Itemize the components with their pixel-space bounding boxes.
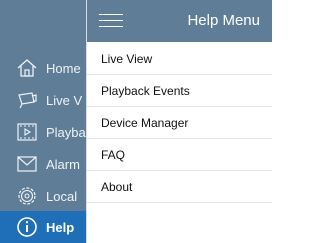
- menu-item-about[interactable]: About: [87, 171, 272, 203]
- info-icon: [16, 216, 38, 238]
- camera-icon: [16, 89, 38, 111]
- sidebar-top: [0, 0, 90, 42]
- sidebar-item-label: Alarm: [46, 156, 80, 172]
- sidebar-item-alarm[interactable]: Alarm: [0, 148, 90, 180]
- sidebar-item-playback[interactable]: Playba: [0, 116, 90, 148]
- hamburger-menu-icon[interactable]: [99, 12, 125, 30]
- sidebar-item-label: Live V: [46, 92, 83, 108]
- sidebar-item-live-view[interactable]: Live V: [0, 84, 90, 116]
- sidebar: Home Live V Playba Alarm Local Help: [0, 0, 90, 243]
- sidebar-item-local[interactable]: Local: [0, 180, 90, 212]
- film-icon: [16, 121, 38, 143]
- help-menu-panel: Help Menu Live View Playback Events Devi…: [86, 0, 272, 243]
- help-menu-title: Help Menu: [187, 12, 260, 29]
- sidebar-item-label: Home: [46, 60, 81, 76]
- sidebar-item-label: Playba: [46, 124, 86, 140]
- sidebar-item-label: Local: [46, 188, 78, 204]
- menu-item-playback-events[interactable]: Playback Events: [87, 75, 272, 107]
- sidebar-item-help[interactable]: Help: [0, 211, 90, 243]
- menu-item-live-view[interactable]: Live View: [87, 43, 272, 75]
- menu-item-faq[interactable]: FAQ: [87, 139, 272, 171]
- house-icon: [16, 57, 38, 79]
- help-menu-header: Help Menu: [87, 0, 272, 42]
- gear-icon: [16, 185, 38, 207]
- sidebar-item-home[interactable]: Home: [0, 52, 90, 84]
- sidebar-item-label: Help: [46, 219, 75, 235]
- menu-item-device-manager[interactable]: Device Manager: [87, 107, 272, 139]
- envelope-icon: [16, 153, 38, 175]
